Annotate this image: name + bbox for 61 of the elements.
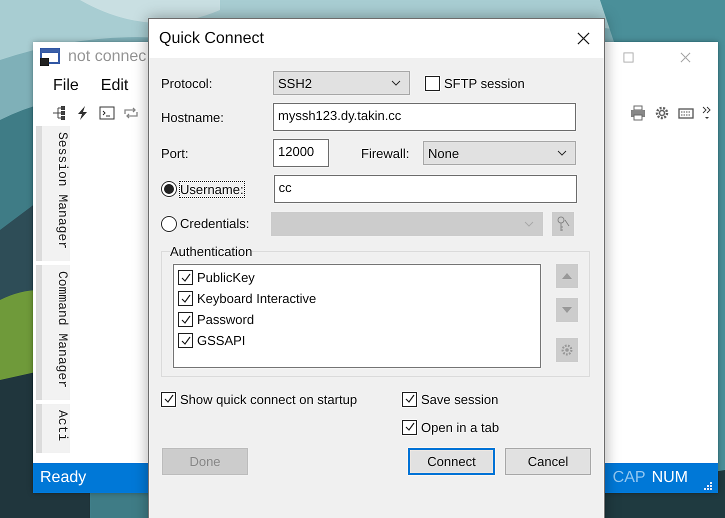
checkbox[interactable] <box>178 312 193 327</box>
checkbox[interactable] <box>402 392 417 406</box>
window-title: not connec <box>68 48 146 66</box>
resize-grip-icon[interactable] <box>704 482 712 490</box>
checkbox-label[interactable]: Open in a tab <box>421 420 500 434</box>
radio-label[interactable]: Username: <box>180 182 244 196</box>
settings-icon <box>560 342 574 358</box>
radio-label[interactable]: Credentials: <box>180 216 271 231</box>
username-field[interactable]: cc <box>274 175 577 203</box>
checkbox[interactable] <box>178 270 193 285</box>
radio-button[interactable] <box>161 216 177 232</box>
dialog-button[interactable]: Connect <box>408 448 495 475</box>
tree-icon[interactable] <box>51 105 67 121</box>
field-label: Hostname: <box>161 110 225 124</box>
chevron-icon[interactable] <box>702 105 712 121</box>
checkbox[interactable] <box>178 291 193 306</box>
down-arrow-icon <box>562 307 572 313</box>
checkbox-label[interactable]: PublicKey <box>197 270 255 285</box>
side-tab[interactable]: Acti <box>36 404 70 454</box>
checkbox-label[interactable]: GSSAPI <box>197 333 246 348</box>
settings-icon[interactable] <box>654 105 670 121</box>
checkbox[interactable] <box>178 333 193 348</box>
checkbox[interactable] <box>161 392 176 406</box>
dialog-button[interactable]: Cancel <box>505 448 591 475</box>
field-label: Port: <box>161 146 190 160</box>
group-title: Authentication <box>170 244 252 259</box>
up-arrow-icon <box>562 273 572 279</box>
app-icon <box>39 47 61 67</box>
dropdown-value: SSH2 <box>278 76 313 90</box>
checkbox-label[interactable]: Keyboard Interactive <box>197 291 316 306</box>
status-text: Ready <box>40 469 86 487</box>
firewall-dropdown[interactable]: None <box>423 141 576 165</box>
checkbox[interactable] <box>425 76 440 90</box>
checkbox-label[interactable]: Save session <box>421 392 498 406</box>
keys-button[interactable] <box>552 212 574 236</box>
dropdown-value: None <box>428 146 460 160</box>
menu-item[interactable]: Edit <box>100 77 128 95</box>
caret-icon <box>557 150 567 156</box>
dialog-title: Quick Connect <box>159 30 265 48</box>
terminal-icon[interactable] <box>99 105 115 121</box>
checkbox-label[interactable]: Show quick connect on startup <box>180 392 358 406</box>
close-icon[interactable] <box>577 32 590 45</box>
printer-icon[interactable] <box>630 105 646 121</box>
menu-item[interactable]: File <box>53 77 79 95</box>
protocol-dropdown[interactable]: SSH2 <box>273 71 410 95</box>
key-icon <box>556 216 570 232</box>
key-indicator: NUM <box>652 469 688 487</box>
repeat-icon[interactable] <box>123 105 139 121</box>
radio-button[interactable] <box>161 181 177 197</box>
hostname-field[interactable]: myssh123.dy.takin.cc <box>273 103 576 131</box>
field-label: Firewall: <box>361 146 410 160</box>
field-label: Protocol: <box>161 76 214 90</box>
side-tab[interactable]: Session Manager <box>36 126 70 262</box>
side-tab[interactable]: Command Manager <box>36 265 70 400</box>
caret-icon <box>524 220 534 226</box>
checkbox-label[interactable]: SFTP session <box>444 76 525 90</box>
checkbox[interactable] <box>402 420 417 434</box>
caret-icon <box>391 80 401 86</box>
checkbox-label[interactable]: Password <box>197 312 254 327</box>
key-indicator: CAP <box>612 469 646 487</box>
port-field[interactable]: 12000 <box>273 139 329 167</box>
